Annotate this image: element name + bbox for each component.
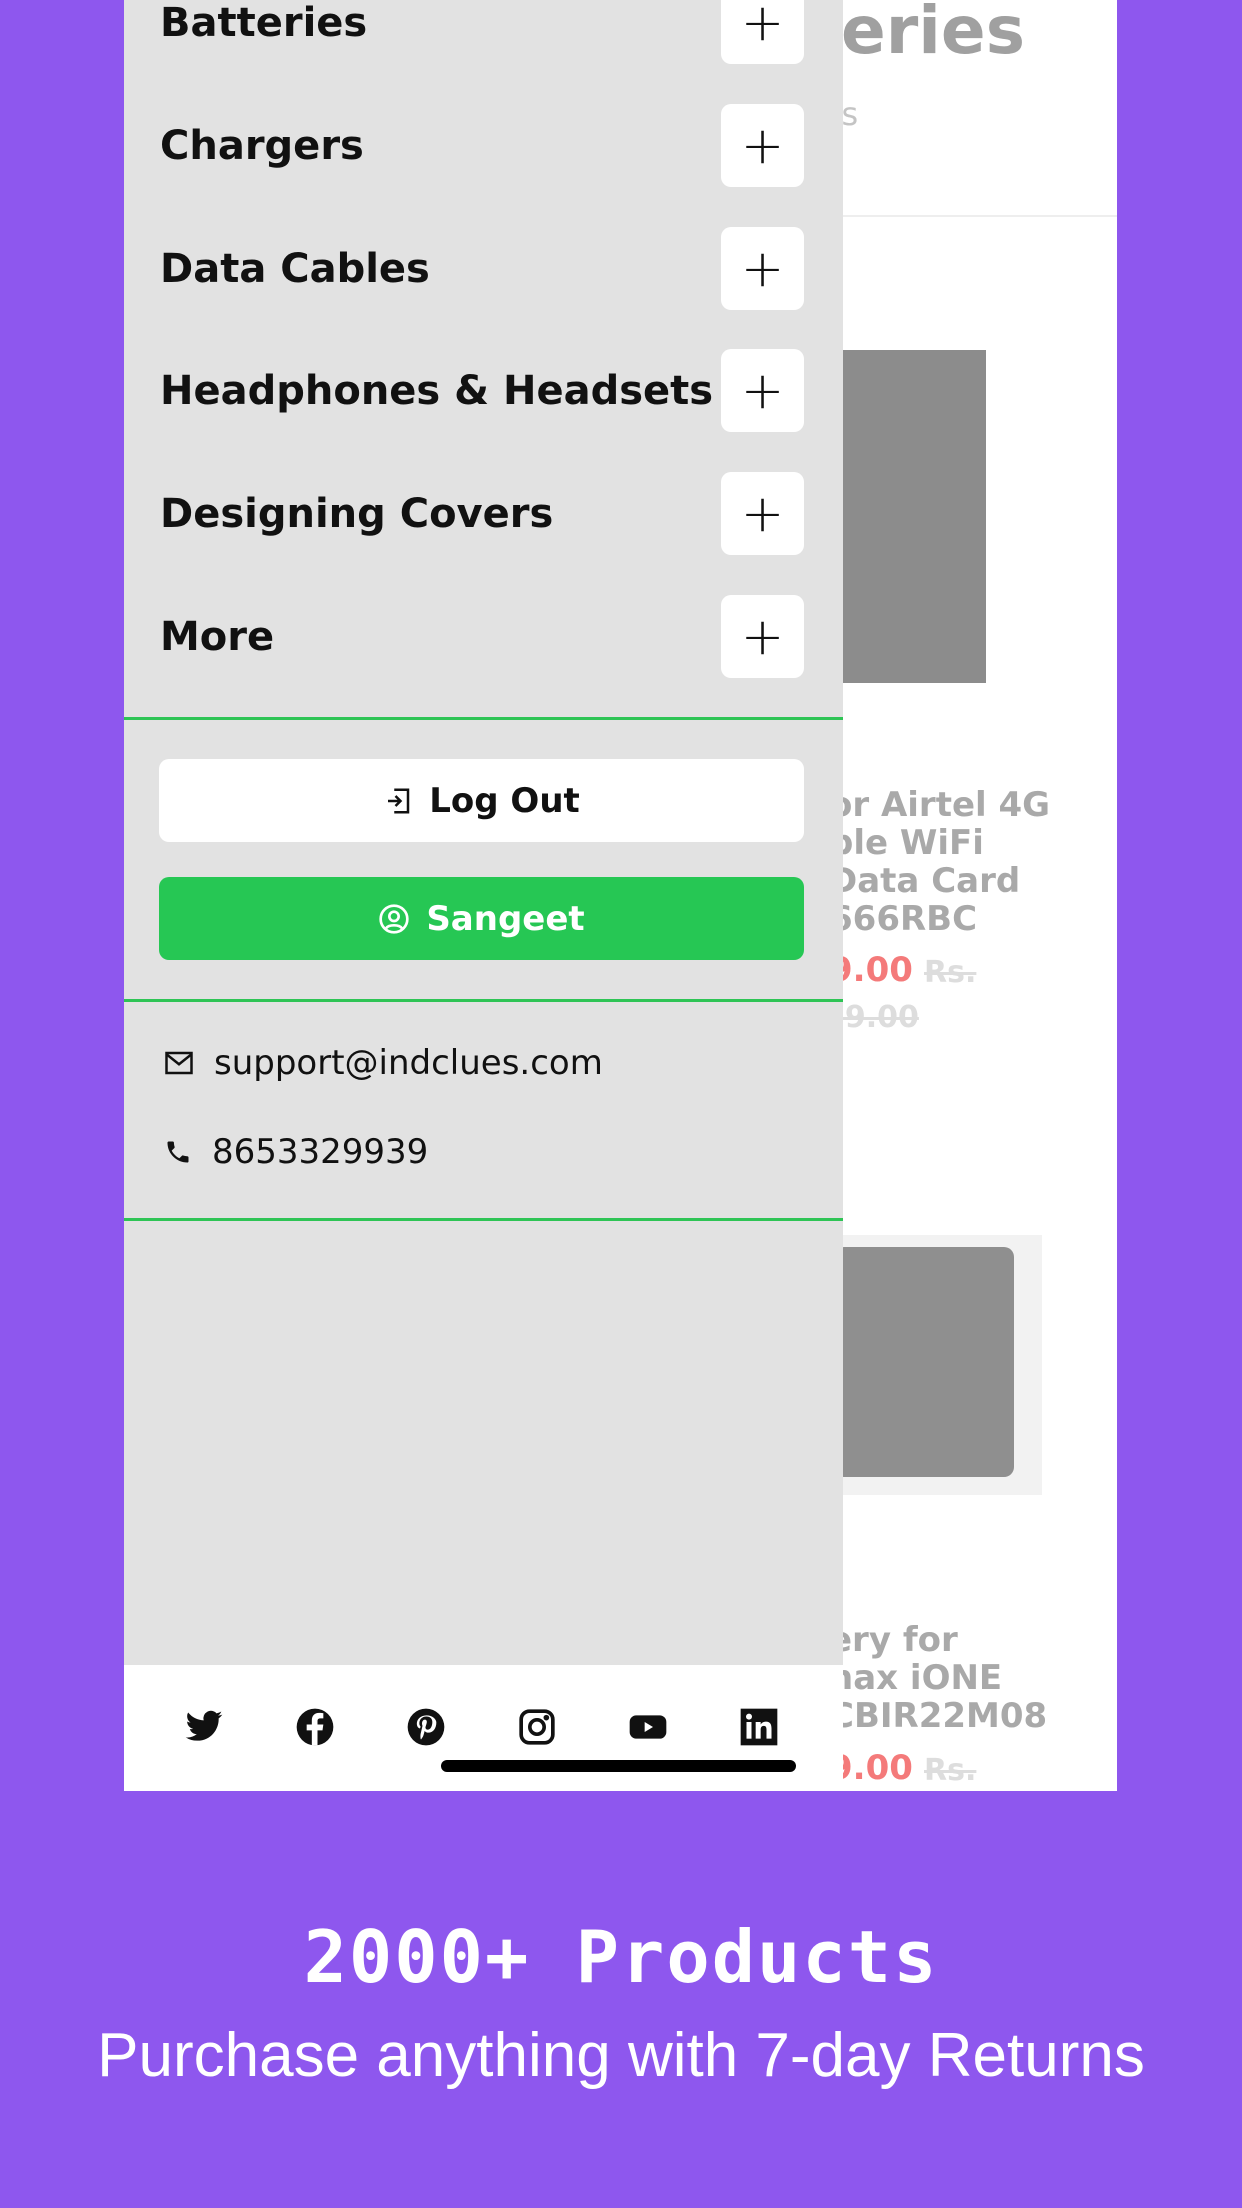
category-label: More bbox=[160, 613, 275, 660]
expand-plus-icon[interactable]: + bbox=[721, 595, 804, 678]
twitter-icon[interactable] bbox=[184, 1707, 224, 1747]
navigation-drawer: Batteries + Chargers + Data Cables + Headph… bbox=[124, 0, 843, 1665]
user-name: Sangeet bbox=[426, 898, 585, 939]
product-old-price-label: Rs. bbox=[924, 955, 977, 990]
home-indicator[interactable] bbox=[441, 1760, 796, 1772]
expand-plus-icon[interactable]: + bbox=[721, 104, 804, 187]
promo-title: 2000+ Products bbox=[303, 1915, 939, 1999]
phone-icon bbox=[167, 1141, 189, 1163]
divider bbox=[124, 1218, 843, 1221]
page-heading: eries bbox=[841, 0, 1025, 69]
mail-icon bbox=[165, 1051, 193, 1075]
category-label: Data Cables bbox=[160, 245, 430, 292]
product-title-line: Data Card bbox=[829, 861, 1021, 901]
product-title-line: nax iONE bbox=[829, 1658, 1003, 1698]
category-headphones[interactable]: Headphones & Headsets + bbox=[160, 349, 804, 432]
youtube-icon[interactable] bbox=[628, 1707, 668, 1747]
facebook-icon[interactable] bbox=[295, 1707, 335, 1747]
product-old-price-label: Rs. bbox=[924, 1753, 977, 1788]
category-label: Headphones & Headsets bbox=[160, 367, 714, 414]
product-title-line: or Airtel 4G bbox=[829, 785, 1051, 825]
category-more[interactable]: More + bbox=[160, 595, 804, 678]
category-chargers[interactable]: Chargers + bbox=[160, 104, 804, 187]
expand-plus-icon[interactable]: + bbox=[721, 0, 804, 64]
social-links-bar bbox=[124, 1665, 843, 1791]
product-image[interactable] bbox=[824, 350, 986, 683]
phone-screen: eries ts or Airtel 4G ble WiFi Data Card… bbox=[124, 0, 1117, 1791]
email-text: support@indclues.com bbox=[214, 1043, 603, 1083]
support-email[interactable]: support@indclues.com bbox=[164, 1043, 603, 1083]
support-phone[interactable]: 8653329939 bbox=[164, 1132, 428, 1172]
pinterest-icon[interactable] bbox=[406, 1707, 446, 1747]
product-title-line: 666RBC bbox=[829, 899, 978, 939]
expand-plus-icon[interactable]: + bbox=[721, 472, 804, 555]
product-title-line: ble WiFi bbox=[829, 823, 984, 863]
product-image[interactable] bbox=[824, 1235, 1042, 1495]
category-label: Batteries bbox=[160, 0, 368, 46]
category-data-cables[interactable]: Data Cables + bbox=[160, 227, 804, 310]
user-circle-icon bbox=[379, 903, 409, 934]
expand-plus-icon[interactable]: + bbox=[721, 349, 804, 432]
product-title-line: CBIR22M08 bbox=[829, 1696, 1048, 1736]
divider bbox=[124, 717, 843, 720]
linkedin-icon[interactable] bbox=[739, 1707, 779, 1747]
expand-plus-icon[interactable]: + bbox=[721, 227, 804, 310]
category-label: Chargers bbox=[160, 122, 364, 169]
category-designing-covers[interactable]: Designing Covers + bbox=[160, 472, 804, 555]
user-profile-button[interactable]: Sangeet bbox=[159, 877, 804, 960]
promo-subtitle: Purchase anything with 7-day Returns bbox=[97, 2021, 1145, 2090]
logout-label: Log Out bbox=[429, 780, 580, 821]
phone-text: 8653329939 bbox=[212, 1132, 429, 1172]
product-title-line: ery for bbox=[829, 1620, 958, 1660]
divider bbox=[124, 999, 843, 1002]
logout-button[interactable]: Log Out bbox=[159, 759, 804, 842]
category-batteries[interactable]: Batteries + bbox=[160, 0, 804, 64]
logout-icon bbox=[388, 788, 410, 813]
category-label: Designing Covers bbox=[160, 490, 554, 537]
instagram-icon[interactable] bbox=[517, 1707, 557, 1747]
